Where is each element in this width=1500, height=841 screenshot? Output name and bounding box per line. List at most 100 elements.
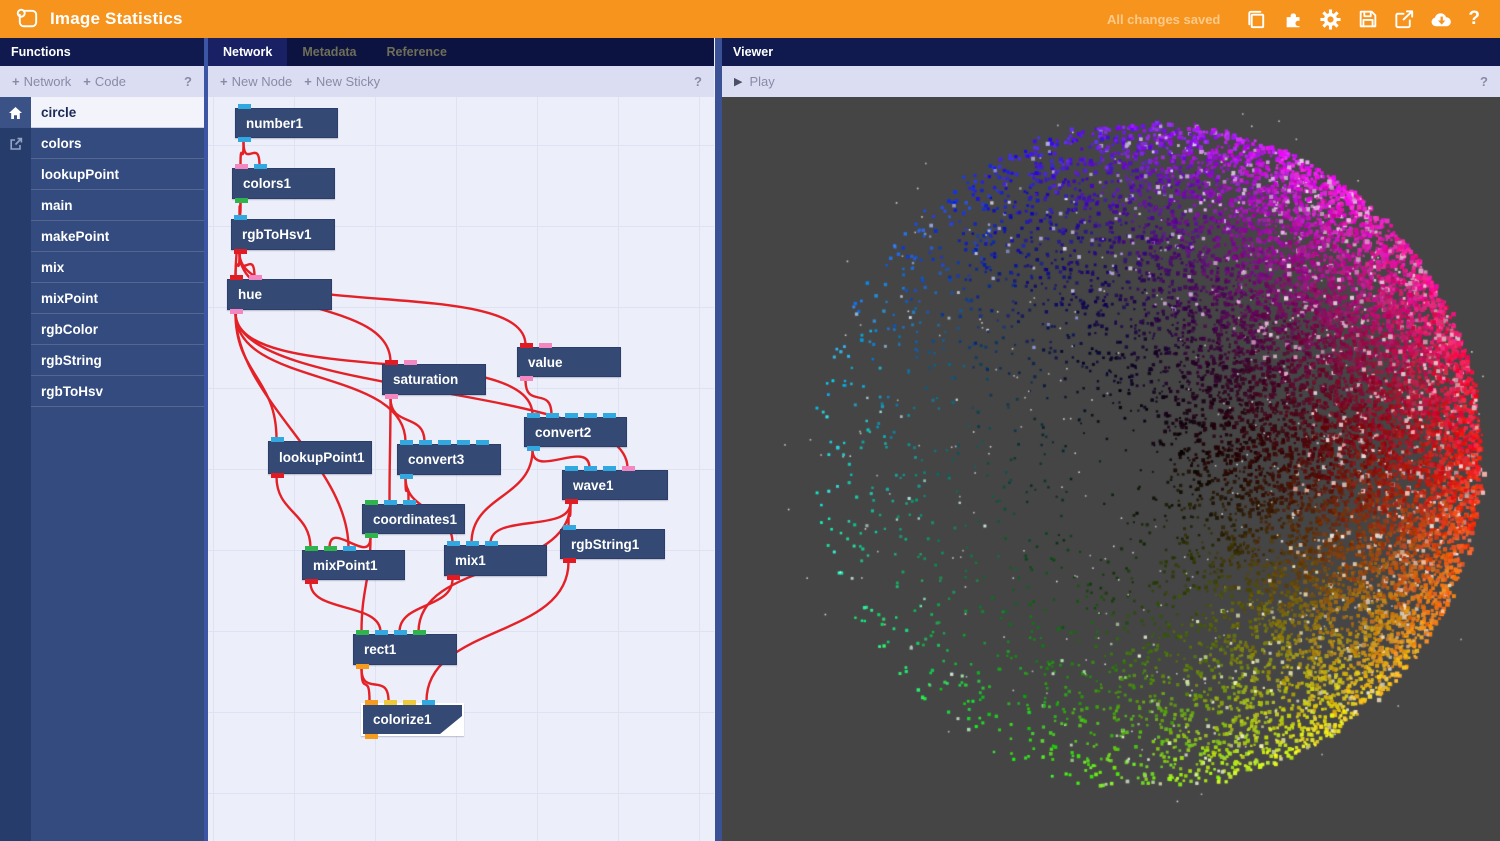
plugin-icon[interactable]	[1281, 7, 1306, 32]
top-port-yellow[interactable]	[403, 700, 416, 705]
top-port-red[interactable]	[385, 360, 398, 365]
sidebar-item-lookupPoint[interactable]: lookupPoint	[0, 159, 204, 190]
bottom-port-cyan[interactable]	[400, 474, 413, 479]
sidebar-item-colors[interactable]: colors	[0, 128, 204, 159]
network-help-button[interactable]: ?	[694, 74, 702, 89]
top-port-pink[interactable]	[539, 343, 552, 348]
graph-node-rgbToHsv1[interactable]: rgbToHsv1	[231, 219, 335, 250]
top-port-cyan[interactable]	[438, 440, 451, 445]
top-port-cyan[interactable]	[565, 466, 578, 471]
viewer-output[interactable]	[722, 97, 1500, 841]
graph-node-value[interactable]: value	[517, 347, 621, 377]
graph-node-wave1[interactable]: wave1	[562, 470, 668, 500]
duplicate-icon[interactable]	[1244, 7, 1269, 32]
graph-node-lookupPoint1[interactable]: lookupPoint1	[268, 441, 372, 474]
sidebar-item-circle[interactable]: circle	[0, 97, 204, 128]
bottom-port-red[interactable]	[565, 499, 578, 504]
top-port-cyan[interactable]	[476, 440, 489, 445]
top-port-cyan[interactable]	[403, 500, 416, 505]
bottom-port-red[interactable]	[305, 579, 318, 584]
top-port-cyan[interactable]	[384, 500, 397, 505]
graph-node-saturation[interactable]: saturation	[382, 364, 486, 395]
top-port-cyan[interactable]	[603, 466, 616, 471]
top-port-cyan[interactable]	[546, 413, 559, 418]
top-port-cyan[interactable]	[419, 440, 432, 445]
top-port-cyan[interactable]	[603, 413, 616, 418]
sidebar-item-mix[interactable]: mix	[0, 252, 204, 283]
top-port-pink[interactable]	[622, 466, 635, 471]
top-port-cyan[interactable]	[563, 525, 576, 530]
sidebar-item-rgbToHsv[interactable]: rgbToHsv	[0, 376, 204, 407]
top-port-pink[interactable]	[404, 360, 417, 365]
top-port-orange[interactable]	[365, 700, 378, 705]
new-node-button[interactable]: +New Node	[220, 74, 292, 89]
top-port-cyan[interactable]	[238, 104, 251, 109]
top-port-cyan[interactable]	[422, 700, 435, 705]
top-port-red[interactable]	[520, 343, 533, 348]
graph-node-colorize1[interactable]: colorize1	[361, 703, 464, 736]
bottom-port-cyan[interactable]	[238, 137, 251, 142]
top-port-green[interactable]	[413, 630, 426, 635]
play-button[interactable]: Play	[749, 74, 774, 89]
top-port-cyan[interactable]	[343, 546, 356, 551]
new-code-button[interactable]: +Code	[83, 74, 126, 89]
graph-node-coordinates1[interactable]: coordinates1	[362, 504, 465, 534]
bottom-port-orange[interactable]	[356, 664, 369, 669]
top-port-cyan[interactable]	[394, 630, 407, 635]
top-port-cyan[interactable]	[485, 541, 498, 546]
functions-help-button[interactable]: ?	[184, 74, 192, 89]
settings-icon[interactable]	[1318, 7, 1343, 32]
top-port-cyan[interactable]	[466, 541, 479, 546]
graph-node-hue[interactable]: hue	[227, 279, 332, 310]
sidebar-item-rgbColor[interactable]: rgbColor	[0, 314, 204, 345]
top-port-green[interactable]	[305, 546, 318, 551]
bottom-port-red[interactable]	[563, 558, 576, 563]
sidebar-item-makePoint[interactable]: makePoint	[0, 221, 204, 252]
bottom-port-red[interactable]	[271, 473, 284, 478]
top-port-cyan[interactable]	[584, 413, 597, 418]
top-port-green[interactable]	[356, 630, 369, 635]
help-icon[interactable]: ?	[1468, 8, 1480, 30]
graph-node-colors1[interactable]: colors1	[232, 168, 335, 199]
top-port-cyan[interactable]	[254, 164, 267, 169]
viewer-help-button[interactable]: ?	[1480, 74, 1488, 89]
top-port-pink[interactable]	[235, 164, 248, 169]
node-graph-canvas[interactable]: number1 colors1 rgbToHsv1 hue saturation valu…	[208, 97, 714, 841]
save-icon[interactable]	[1355, 7, 1380, 32]
sidebar-item-main[interactable]: main	[0, 190, 204, 221]
graph-node-convert2[interactable]: convert2	[524, 417, 627, 447]
top-port-yellow[interactable]	[384, 700, 397, 705]
tab-reference[interactable]: Reference	[372, 38, 462, 66]
top-port-green[interactable]	[324, 546, 337, 551]
top-port-cyan[interactable]	[584, 466, 597, 471]
tab-network[interactable]: Network	[208, 38, 287, 66]
top-port-cyan[interactable]	[375, 630, 388, 635]
graph-node-mix1[interactable]: mix1	[444, 545, 547, 576]
bottom-port-red[interactable]	[447, 575, 460, 580]
bottom-port-pink[interactable]	[230, 309, 243, 314]
export-icon[interactable]	[1392, 7, 1417, 32]
top-port-red[interactable]	[230, 275, 243, 280]
top-port-cyan[interactable]	[447, 541, 460, 546]
top-port-green[interactable]	[365, 500, 378, 505]
bottom-port-red[interactable]	[234, 249, 247, 254]
top-port-cyan[interactable]	[234, 215, 247, 220]
panel-divider[interactable]	[714, 38, 722, 841]
tab-metadata[interactable]: Metadata	[287, 38, 371, 66]
top-port-cyan[interactable]	[527, 413, 540, 418]
graph-node-mixPoint1[interactable]: mixPoint1	[302, 550, 405, 580]
bottom-port-pink[interactable]	[520, 376, 533, 381]
sidebar-item-mixPoint[interactable]: mixPoint	[0, 283, 204, 314]
graph-node-convert3[interactable]: convert3	[397, 444, 501, 475]
top-port-cyan[interactable]	[400, 440, 413, 445]
graph-node-number1[interactable]: number1	[235, 108, 338, 138]
top-port-cyan[interactable]	[565, 413, 578, 418]
graph-node-rgbString1[interactable]: rgbString1	[560, 529, 665, 559]
bottom-port-green[interactable]	[235, 198, 248, 203]
home-icon[interactable]	[0, 97, 31, 128]
top-port-cyan[interactable]	[271, 437, 284, 442]
bottom-port-cyan[interactable]	[527, 446, 540, 451]
cloud-download-icon[interactable]	[1429, 7, 1454, 32]
graph-node-rect1[interactable]: rect1	[353, 634, 457, 665]
sidebar-item-rgbString[interactable]: rgbString	[0, 345, 204, 376]
